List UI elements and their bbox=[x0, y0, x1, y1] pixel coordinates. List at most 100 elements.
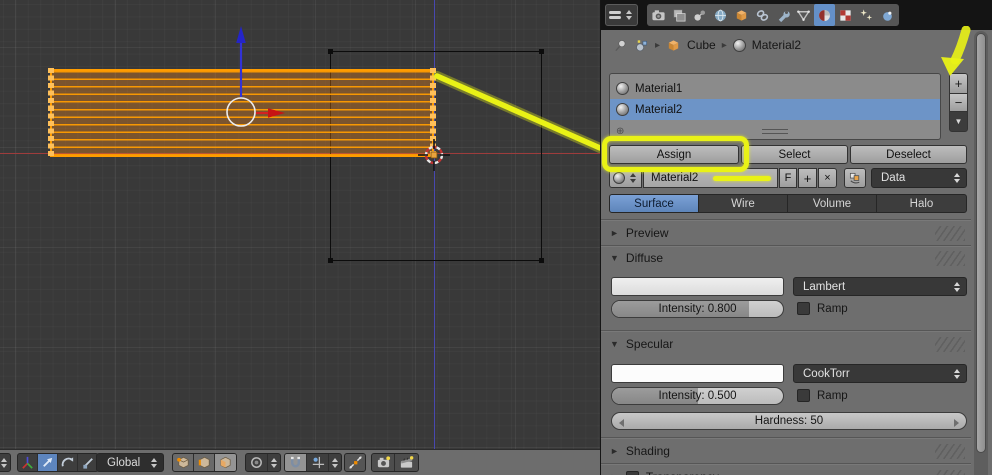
pin-icon[interactable] bbox=[613, 38, 628, 53]
translate-manipulator-button[interactable] bbox=[38, 454, 58, 471]
panel-drag-widget[interactable] bbox=[935, 444, 965, 459]
material-slot-list[interactable]: Material1 Material2 ⊕ bbox=[609, 73, 941, 140]
panel-title: Diffuse bbox=[625, 251, 664, 265]
tab-render[interactable] bbox=[648, 4, 669, 26]
tab-render-layers[interactable] bbox=[669, 4, 690, 26]
panel-header-diffuse[interactable]: ▼ Diffuse bbox=[601, 248, 971, 268]
specular-ramp-checkbox[interactable] bbox=[797, 389, 810, 402]
scrollbar-thumb[interactable] bbox=[976, 33, 986, 453]
unlink-material-button[interactable]: × bbox=[818, 168, 837, 188]
assign-button[interactable]: Assign bbox=[609, 145, 739, 164]
material-slot-item[interactable]: Material1 bbox=[610, 78, 940, 99]
panel-drag-widget[interactable] bbox=[935, 251, 965, 266]
collapse-arrow-icon[interactable]: ► bbox=[610, 228, 619, 238]
deselect-button[interactable]: Deselect bbox=[850, 145, 967, 164]
tab-particles[interactable] bbox=[856, 4, 877, 26]
panel-scrollbar[interactable] bbox=[974, 31, 988, 475]
3d-viewport[interactable] bbox=[0, 0, 600, 449]
cube-vertex[interactable] bbox=[539, 49, 544, 54]
manipulate-centers-button[interactable] bbox=[344, 453, 366, 472]
rotate-manipulator-button[interactable] bbox=[58, 454, 78, 471]
specular-color-swatch[interactable] bbox=[611, 364, 784, 383]
manipulator-toggle-group bbox=[17, 453, 99, 472]
tab-world[interactable] bbox=[710, 4, 731, 26]
panel-drag-widget[interactable] bbox=[935, 337, 965, 352]
editor-type-selector[interactable] bbox=[605, 4, 638, 26]
cube-vertex[interactable] bbox=[539, 258, 544, 263]
diffuse-intensity-slider[interactable]: Intensity: 0.800 bbox=[611, 300, 784, 318]
transform-orientation-dropdown[interactable]: Global bbox=[96, 453, 164, 472]
panel-header-specular[interactable]: ▼ Specular bbox=[601, 334, 971, 354]
slider-left-arrow-icon[interactable] bbox=[619, 418, 624, 427]
breadcrumb-object[interactable]: Cube bbox=[687, 38, 716, 52]
fake-user-button[interactable]: F bbox=[779, 168, 797, 188]
snap-element-icon[interactable] bbox=[307, 454, 329, 471]
transparency-checkbox[interactable] bbox=[625, 470, 639, 475]
tab-texture[interactable] bbox=[835, 4, 856, 26]
remove-material-slot-button[interactable]: − bbox=[949, 93, 968, 112]
proportional-edit-stepper[interactable] bbox=[268, 454, 280, 471]
cube-vertex[interactable] bbox=[328, 49, 333, 54]
face-select-button[interactable] bbox=[215, 454, 236, 471]
tab-halo[interactable]: Halo bbox=[876, 194, 967, 213]
diffuse-shader-dropdown[interactable]: Lambert bbox=[793, 277, 967, 296]
tab-modifiers[interactable] bbox=[773, 4, 794, 26]
browse-material-button[interactable] bbox=[609, 168, 642, 188]
panel-drag-widget[interactable] bbox=[935, 226, 965, 241]
blender-window: Global ▸ Cube ▸ Material2 Material1 Mate… bbox=[0, 0, 992, 475]
tab-object-data[interactable] bbox=[794, 4, 815, 26]
tab-object[interactable] bbox=[731, 4, 752, 26]
proportional-edit-icon[interactable] bbox=[246, 454, 268, 471]
editor-stepper-button[interactable] bbox=[0, 453, 11, 472]
specular-intensity-slider[interactable]: Intensity: 0.500 bbox=[611, 387, 784, 405]
breadcrumb-material[interactable]: Material2 bbox=[752, 38, 801, 52]
tab-physics[interactable] bbox=[877, 4, 898, 26]
specular-shader-dropdown[interactable]: CookTorr bbox=[793, 364, 967, 383]
snap-element-stepper[interactable] bbox=[329, 454, 341, 471]
cube-icon bbox=[668, 39, 679, 51]
list-filter-icon[interactable]: ⊕ bbox=[616, 127, 624, 137]
manipulator-axes-icon[interactable] bbox=[18, 454, 38, 471]
tab-material[interactable] bbox=[814, 4, 836, 26]
expand-arrow-icon[interactable]: ▼ bbox=[610, 253, 619, 263]
properties-tab-row bbox=[647, 4, 899, 26]
mesh-vertices-left[interactable] bbox=[48, 68, 54, 158]
tab-scene[interactable] bbox=[690, 4, 711, 26]
slider-right-arrow-icon[interactable] bbox=[954, 418, 959, 427]
use-nodes-button[interactable] bbox=[844, 168, 866, 188]
link-data-dropdown[interactable]: Data bbox=[871, 168, 967, 188]
diffuse-ramp-checkbox[interactable] bbox=[797, 302, 810, 315]
proportional-edit-group bbox=[245, 453, 281, 472]
mesh-vertices-right[interactable] bbox=[430, 68, 436, 158]
hardness-slider[interactable]: Hardness: 50 bbox=[611, 412, 967, 430]
material-specials-menu-button[interactable]: ▼ bbox=[949, 111, 968, 132]
collapse-arrow-icon[interactable]: ► bbox=[610, 446, 619, 456]
scale-manipulator-button[interactable] bbox=[78, 454, 98, 471]
panel-drag-widget[interactable] bbox=[935, 470, 965, 475]
material-name-field[interactable]: Material2 bbox=[643, 168, 778, 188]
diffuse-color-swatch[interactable] bbox=[611, 277, 784, 296]
tab-constraints[interactable] bbox=[752, 4, 773, 26]
select-button[interactable]: Select bbox=[741, 145, 848, 164]
opengl-render-button[interactable] bbox=[372, 454, 395, 471]
cube-vertex[interactable] bbox=[328, 258, 333, 263]
properties-header bbox=[601, 0, 992, 30]
snap-magnet-toggle[interactable] bbox=[285, 454, 307, 471]
panel-header-shading[interactable]: ► Shading bbox=[601, 441, 971, 461]
panel-title: Transparency bbox=[646, 470, 719, 475]
tab-volume[interactable]: Volume bbox=[787, 194, 877, 213]
add-material-slot-button[interactable]: + bbox=[949, 73, 968, 94]
panel-header-preview[interactable]: ► Preview bbox=[601, 223, 971, 243]
new-material-button[interactable]: + bbox=[798, 168, 817, 188]
vertex-select-button[interactable] bbox=[173, 454, 194, 471]
edge-select-button[interactable] bbox=[194, 454, 215, 471]
panel-header-transparency[interactable]: ► Transparency bbox=[601, 467, 971, 475]
list-resize-grip[interactable] bbox=[762, 129, 788, 134]
tab-surface[interactable]: Surface bbox=[609, 194, 699, 213]
selected-faces-mesh[interactable] bbox=[48, 68, 436, 158]
expand-arrow-icon[interactable]: ▼ bbox=[610, 339, 619, 349]
opengl-render-anim-button[interactable] bbox=[395, 454, 418, 471]
tab-wire[interactable]: Wire bbox=[698, 194, 788, 213]
material-slot-item-selected[interactable]: Material2 bbox=[610, 99, 940, 120]
object-icon bbox=[636, 39, 647, 51]
